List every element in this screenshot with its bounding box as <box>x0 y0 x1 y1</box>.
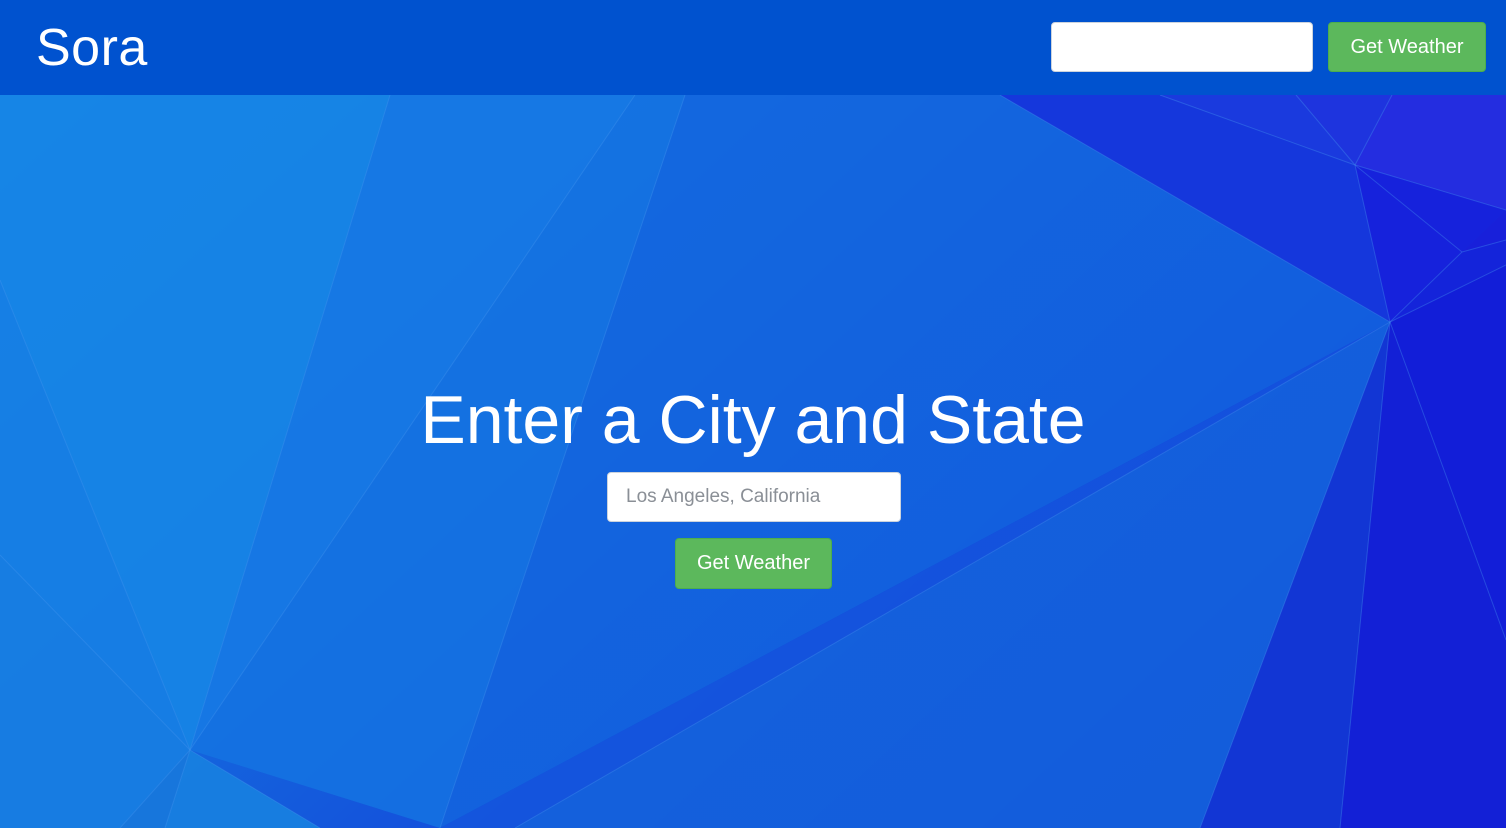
top-navbar: Sora Get Weather <box>0 0 1506 95</box>
navbar-get-weather-button[interactable]: Get Weather <box>1328 22 1486 72</box>
city-state-input[interactable] <box>607 472 901 522</box>
brand-logo-link[interactable]: Sora <box>36 18 148 78</box>
hero-title: Enter a City and State <box>420 382 1086 458</box>
page: Sora Get Weather Enter a City and State … <box>0 0 1506 828</box>
hero-section: Enter a City and State Get Weather <box>0 95 1506 828</box>
get-weather-button[interactable]: Get Weather <box>675 538 832 589</box>
navbar-city-input[interactable] <box>1051 22 1313 72</box>
